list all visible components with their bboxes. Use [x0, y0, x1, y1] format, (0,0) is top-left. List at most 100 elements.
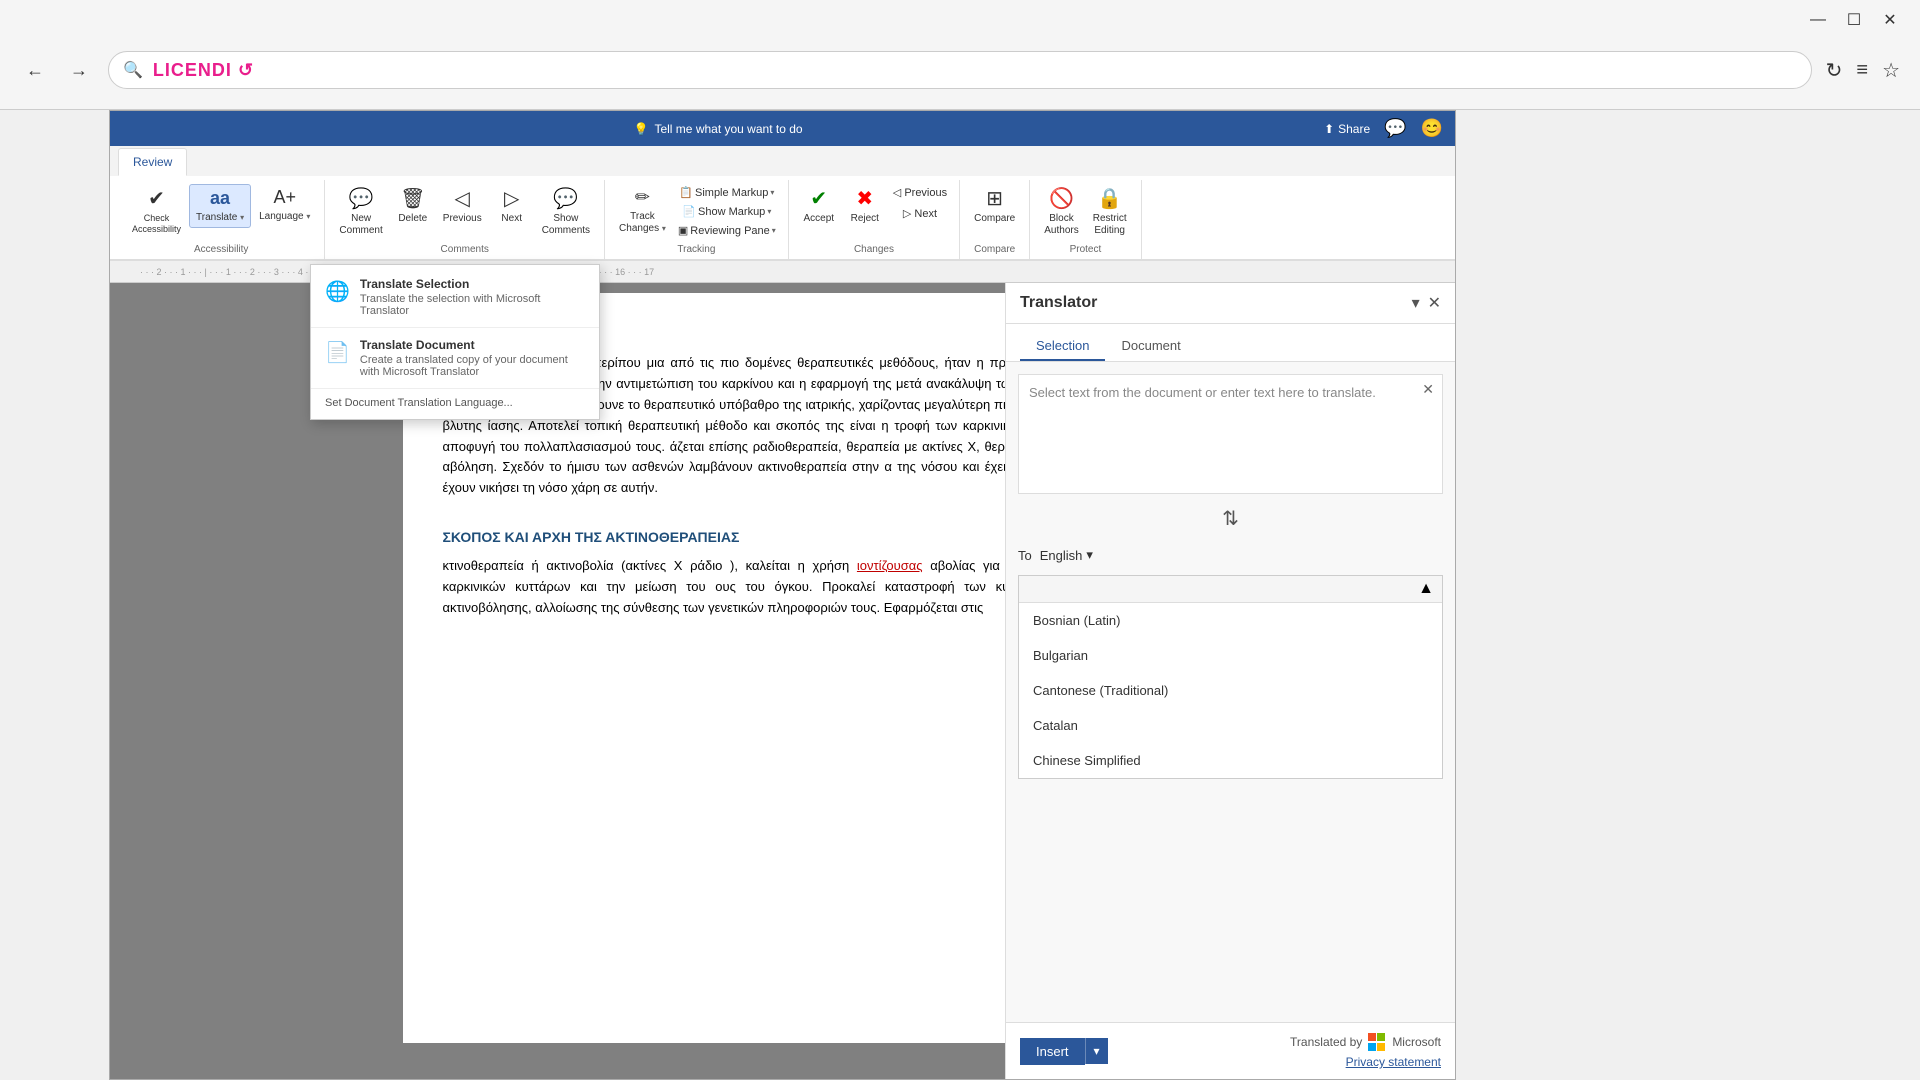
protect-label: Protect	[1038, 240, 1132, 259]
ribbon-group-accessibility: ✔ CheckAccessibility aa Translate ▾ A+ L…	[118, 180, 325, 259]
translator-title: Translator	[1020, 294, 1097, 312]
translator-footer: Insert ▾ Translated by Microsoft	[1006, 1022, 1455, 1079]
translator-input[interactable]: Select text from the document or enter t…	[1018, 374, 1443, 494]
language-button[interactable]: A+ Language ▾	[253, 184, 316, 226]
lang-option-catalan[interactable]: Catalan	[1019, 708, 1442, 743]
show-comments-icon: 💬	[553, 187, 578, 211]
tab-document[interactable]: Document	[1105, 332, 1196, 361]
translator-header: Translator ▾ ✕	[1006, 283, 1455, 324]
title-bar: — ☐ ✕	[0, 0, 1920, 40]
translate-document-item[interactable]: 📄 Translate Document Create a translated…	[311, 330, 599, 386]
tracking-buttons: ✏ TrackChanges ▾ 📋 Simple Markup ▾	[613, 180, 780, 240]
tracking-label: Tracking	[613, 240, 780, 259]
compare-icon: ⊞	[986, 187, 1003, 211]
menu-button[interactable]: ≡	[1856, 59, 1868, 82]
close-button[interactable]: ✕	[1880, 10, 1900, 30]
block-authors-button[interactable]: 🚫 BlockAuthors	[1038, 184, 1084, 240]
translate-selection-icon: 🌐	[325, 279, 350, 304]
simple-markup-arrow: ▾	[770, 188, 774, 197]
accessibility-label: Accessibility	[126, 240, 316, 259]
microsoft-label: Microsoft	[1392, 1035, 1441, 1049]
lang-option-bulgarian[interactable]: Bulgarian	[1019, 638, 1442, 673]
insert-dropdown-button[interactable]: ▾	[1085, 1038, 1108, 1064]
reload-button[interactable]: ↻	[1826, 58, 1843, 83]
previous-change-button[interactable]: ◁ Previous	[889, 184, 951, 201]
reject-button[interactable]: ✖ Reject	[843, 184, 887, 228]
compare-button[interactable]: ⊞ Compare	[968, 184, 1021, 228]
lang-name-bulgarian: Bulgarian	[1033, 648, 1088, 663]
reject-icon: ✖	[856, 187, 873, 211]
simple-markup-button[interactable]: 📋 Simple Markup ▾	[674, 184, 780, 201]
reviewing-pane-arrow: ▾	[772, 226, 776, 235]
lang-option-chinese-simplified[interactable]: Chinese Simplified	[1019, 743, 1442, 778]
translator-close-icon[interactable]: ✕	[1428, 293, 1441, 313]
microsoft-logo	[1368, 1033, 1386, 1051]
address-bar[interactable]: 🔍 LICENDI ↺	[108, 51, 1812, 89]
next-comment-button[interactable]: ▷ Next	[490, 184, 534, 228]
compare-buttons: ⊞ Compare	[968, 180, 1021, 240]
translator-collapse-icon[interactable]: ▾	[1412, 293, 1420, 313]
tell-me-text: Tell me what you want to do	[654, 122, 802, 136]
translate-icon: aa	[210, 188, 230, 210]
minimize-button[interactable]: —	[1808, 10, 1828, 30]
comment-icon[interactable]: 💬	[1384, 118, 1406, 139]
insert-button[interactable]: Insert	[1020, 1038, 1085, 1065]
share-button[interactable]: ⬆ Share	[1324, 122, 1370, 136]
translator-input-close[interactable]: ✕	[1422, 381, 1434, 398]
check-accessibility-icon: ✔	[148, 187, 165, 211]
translate-button[interactable]: aa Translate ▾	[189, 184, 251, 228]
next-change-button[interactable]: ▷ Next	[889, 205, 951, 222]
show-markup-icon: 📄	[682, 205, 696, 218]
markup-column: 📋 Simple Markup ▾ 📄 Show Markup ▾	[674, 184, 780, 239]
footer-left: Insert ▾	[1020, 1038, 1108, 1065]
tab-review[interactable]: Review	[118, 148, 187, 176]
delete-comment-button[interactable]: 🗑 Delete	[391, 184, 435, 228]
ms-logo-blue	[1368, 1043, 1376, 1051]
lang-option-cantonese[interactable]: Cantonese (Traditional)	[1019, 673, 1442, 708]
next-comment-icon: ▷	[504, 187, 519, 211]
privacy-statement-link[interactable]: Privacy statement	[1346, 1055, 1441, 1069]
new-comment-button[interactable]: 💬 NewComment	[333, 184, 388, 240]
language-selector[interactable]: English ▾	[1040, 547, 1093, 563]
translator-placeholder: Select text from the document or enter t…	[1029, 385, 1376, 400]
translate-selection-desc: Translate the selection with Microsoft T…	[360, 293, 585, 317]
changes-label: Changes	[797, 240, 951, 259]
ribbon-group-compare: ⊞ Compare Compare	[960, 180, 1030, 259]
reviewing-pane-button[interactable]: ▣ Reviewing Pane ▾	[674, 222, 780, 239]
translator-tabs: Selection Document	[1006, 324, 1455, 362]
para2-link[interactable]: ιοντίζουσας	[857, 558, 923, 573]
scroll-up-icon[interactable]: ▲	[1418, 580, 1434, 598]
simple-markup-row: 📋 Simple Markup ▾	[679, 186, 774, 199]
maximize-button[interactable]: ☐	[1844, 10, 1864, 30]
show-comments-button[interactable]: 💬 ShowComments	[536, 184, 596, 240]
changes-buttons: ✔ Accept ✖ Reject ◁ Previous ▷ Next	[797, 180, 951, 240]
previous-comment-button[interactable]: ◁ Previous	[437, 184, 488, 228]
tell-me-bar[interactable]: 💡 Tell me what you want to do	[122, 122, 1314, 136]
back-button[interactable]: ←	[20, 54, 50, 87]
translate-selection-item[interactable]: 🌐 Translate Selection Translate the sele…	[311, 269, 599, 325]
set-translation-language-item[interactable]: Set Document Translation Language...	[311, 391, 599, 415]
search-icon: 🔍	[123, 60, 143, 80]
tab-selection[interactable]: Selection	[1020, 332, 1105, 361]
ms-logo-red	[1368, 1033, 1376, 1041]
share-area: ⬆ Share 💬 😊	[1324, 118, 1443, 139]
show-markup-arrow: ▾	[767, 207, 771, 216]
reviewing-pane-icon: ▣	[678, 224, 688, 237]
show-markup-button[interactable]: 📄 Show Markup ▾	[674, 203, 780, 220]
swap-languages-button[interactable]: ⇅	[1018, 502, 1443, 535]
translate-dropdown-menu: 🌐 Translate Selection Translate the sele…	[310, 264, 600, 420]
language-icon: A+	[274, 187, 297, 209]
emoji-face-icon[interactable]: 😊	[1421, 118, 1443, 139]
restrict-editing-button[interactable]: 🔒 RestrictEditing	[1087, 184, 1133, 240]
translate-document-icon: 📄	[325, 340, 350, 365]
lang-option-bosnian[interactable]: Bosnian (Latin)	[1019, 603, 1442, 638]
ribbon-group-comments: 💬 NewComment 🗑 Delete ◁ Previous ▷ Next	[325, 180, 605, 259]
forward-button[interactable]: →	[64, 54, 94, 87]
check-accessibility-button[interactable]: ✔ CheckAccessibility	[126, 184, 187, 238]
track-changes-button[interactable]: ✏ TrackChanges ▾	[613, 184, 672, 238]
accept-button[interactable]: ✔ Accept	[797, 184, 841, 228]
bookmark-button[interactable]: ☆	[1882, 58, 1900, 83]
ribbon-content: ✔ CheckAccessibility aa Translate ▾ A+ L…	[110, 176, 1455, 260]
swap-icon: ⇅	[1222, 506, 1239, 531]
translate-selection-title: Translate Selection	[360, 277, 585, 291]
